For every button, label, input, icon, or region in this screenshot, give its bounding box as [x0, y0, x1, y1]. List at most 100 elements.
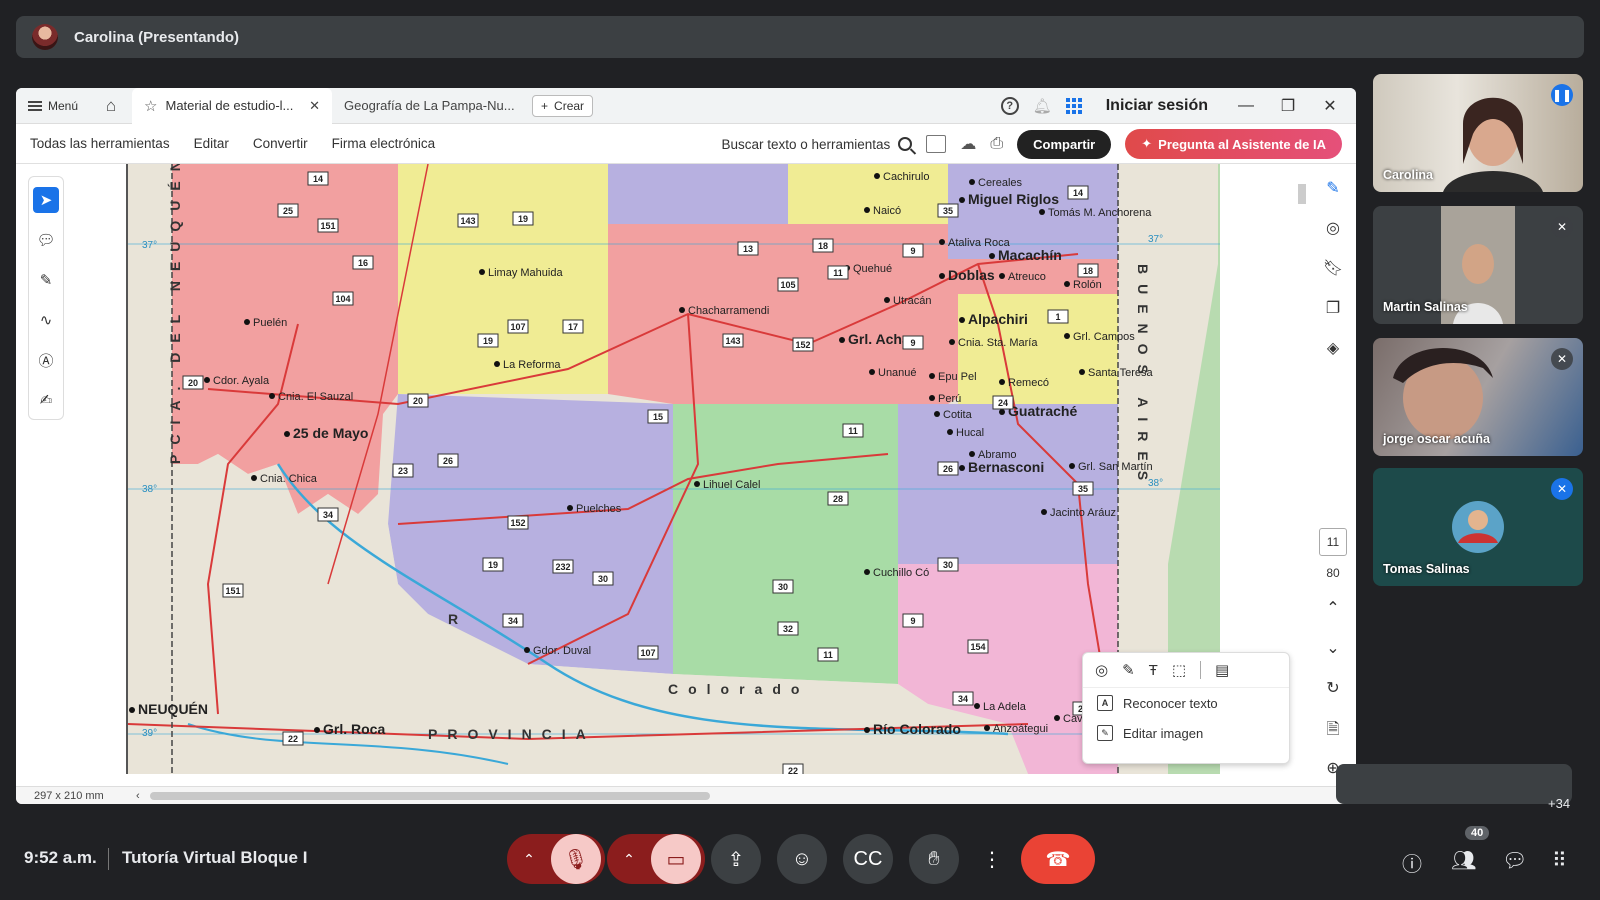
horizontal-scrollbar[interactable] — [140, 790, 1296, 802]
route-shield: 34 — [502, 613, 524, 628]
note-icon[interactable]: ▤ — [1215, 661, 1229, 679]
map-town-dot — [679, 307, 685, 313]
highlight-pen-icon[interactable]: ✎ — [33, 267, 59, 293]
plus-icon: + — [541, 98, 549, 113]
comment-icon[interactable]: 💬︎ — [33, 227, 59, 253]
create-button[interactable]: + Crear — [532, 94, 594, 117]
ai-assistant-button[interactable]: ✦ Pregunta al Asistente de IA — [1125, 129, 1342, 159]
meeting-info-icon[interactable]: ⓘ — [1402, 848, 1422, 877]
print-icon[interactable]: ⎙ — [990, 135, 1003, 153]
participant-tile[interactable]: ❚❚ Carolina — [1373, 74, 1583, 192]
current-page-input[interactable]: 11 — [1319, 528, 1347, 556]
more-participants-tile[interactable] — [1336, 764, 1572, 804]
route-number: 11 — [833, 268, 843, 278]
route-number: 23 — [398, 466, 408, 476]
route-number: 232 — [555, 562, 570, 572]
map-page[interactable]: Cachirulo Cereales Miguel Riglos Tomás M. A… — [126, 164, 1220, 774]
tab-material-estudio[interactable]: ☆ Material de estudio-l... ✕ — [132, 88, 333, 124]
map-town-dot — [1064, 333, 1070, 339]
chat-icon[interactable]: 💬︎ — [1502, 848, 1527, 873]
participant-tile[interactable]: ✕ jorge oscar acuña — [1373, 338, 1583, 456]
strikethrough-icon[interactable]: Ŧ — [1149, 662, 1158, 679]
participant-tile[interactable]: ✕ Martin Salinas — [1373, 206, 1583, 324]
document-area[interactable]: ➤ 💬︎ ✎ ∿ Ⓐ ✍ Cachirulo Cereales Miguel R… — [16, 164, 1356, 788]
layers-icon[interactable]: ◈ — [1322, 338, 1344, 360]
close-window-icon[interactable]: ✕ — [1316, 96, 1344, 116]
edit-image-item[interactable]: ✎ Editar imagen — [1083, 718, 1289, 748]
comments-panel-icon[interactable]: ◎ — [1322, 218, 1344, 240]
route-number: 152 — [795, 340, 810, 350]
route-shield: 22 — [782, 763, 804, 774]
raise-hand-button[interactable]: ✋︎ — [909, 834, 959, 884]
map-town-dot — [874, 173, 880, 179]
map-town-dot — [989, 253, 995, 259]
restore-icon[interactable]: ❐ — [1274, 96, 1302, 116]
home-icon[interactable]: ⌂ — [100, 95, 122, 117]
map-town-dot — [1054, 715, 1060, 721]
recognize-text-icon: A — [1097, 695, 1113, 711]
page-info-icon[interactable]: 🗎︎ — [1322, 718, 1344, 740]
save-icon[interactable] — [926, 135, 947, 153]
pages-icon[interactable]: ❐ — [1322, 298, 1344, 320]
scroll-thumb[interactable] — [149, 791, 710, 800]
esign-menu[interactable]: Firma electrónica — [320, 136, 448, 151]
activities-grid-icon[interactable]: ⠿ — [1552, 848, 1567, 873]
end-call-button[interactable]: ☎ — [1021, 834, 1095, 884]
signature-icon[interactable]: ✍ — [33, 387, 59, 413]
crop-icon[interactable]: ⬚ — [1172, 661, 1186, 679]
share-button[interactable]: Compartir — [1017, 129, 1112, 159]
minimize-icon[interactable]: — — [1232, 97, 1260, 115]
route-shield: 9 — [902, 613, 924, 628]
refresh-icon[interactable]: ↻ — [1322, 678, 1344, 700]
apps-icon[interactable] — [1065, 98, 1082, 114]
more-options-icon[interactable]: ⋮ — [969, 834, 1015, 884]
edit-pdf-icon[interactable]: ✎ — [1322, 178, 1344, 200]
chevron-up-icon[interactable]: ⌃ — [1322, 598, 1344, 620]
shared-screen[interactable]: Menú ⌂ ☆ Material de estudio-l... ✕ Geog… — [16, 88, 1356, 804]
chevron-down-icon[interactable]: ⌄ — [1322, 638, 1344, 660]
close-tab-icon[interactable]: ✕ — [309, 98, 320, 114]
upload-cloud-icon[interactable]: ☁ — [960, 134, 976, 154]
tab-geografia[interactable]: Geografía de La Pampa-Nu... — [332, 88, 532, 124]
tabbar-right: ? 🔔︎ Iniciar sesión — ❐ ✕ — [1000, 88, 1356, 124]
map-place-label: Macachín — [998, 247, 1062, 263]
scroll-thumb[interactable] — [1298, 184, 1306, 204]
reactions-button[interactable]: ☺ — [777, 834, 827, 884]
map-town-dot — [949, 339, 955, 345]
highlight-icon[interactable]: ✎ — [1122, 661, 1135, 679]
text-box-icon[interactable]: Ⓐ — [33, 347, 59, 373]
people-icon[interactable]: 👥︎ — [1451, 848, 1476, 873]
bell-icon[interactable]: 🔔︎ — [1033, 97, 1052, 115]
bookmarks-icon[interactable]: 🔖︎ — [1322, 258, 1344, 280]
map-place-label: Jacinto Aráuz — [1050, 507, 1116, 519]
route-shield: 14 — [307, 171, 329, 186]
route-shield: 18 — [812, 238, 834, 253]
participant-tile[interactable]: ✕ Tomas Salinas — [1373, 468, 1583, 586]
map-place-label: Atreuco — [1008, 271, 1046, 283]
edit-menu[interactable]: Editar — [182, 136, 241, 151]
mic-options-chevron-icon[interactable]: ⌃ — [507, 834, 551, 884]
draw-freehand-icon[interactable]: ∿ — [33, 307, 59, 333]
map-place-label: La Adela — [983, 701, 1027, 713]
signin-button[interactable]: Iniciar sesión — [1106, 97, 1208, 115]
convert-menu[interactable]: Convertir — [241, 136, 320, 151]
route-shield: 22 — [282, 731, 304, 746]
route-number: 151 — [225, 586, 240, 596]
camera-off-button[interactable]: ▭ — [651, 834, 701, 884]
star-icon[interactable]: ☆ — [144, 97, 157, 115]
mic-off-button[interactable]: 🎙︎ — [551, 834, 601, 884]
help-icon[interactable]: ? — [1000, 97, 1019, 115]
comment-icon[interactable]: ◎ — [1095, 661, 1108, 679]
vertical-scrollbar[interactable] — [1296, 164, 1308, 774]
select-cursor-icon[interactable]: ➤ — [33, 187, 59, 213]
camera-options-chevron-icon[interactable]: ⌃ — [607, 834, 651, 884]
recognize-text-item[interactable]: A Reconocer texto — [1083, 688, 1289, 718]
all-tools-menu[interactable]: Todas las herramientas — [16, 136, 182, 151]
route-number: 18 — [1083, 266, 1093, 276]
menu-button[interactable]: Menú — [16, 99, 90, 113]
map-place-label: Naicó — [873, 205, 901, 217]
present-screen-button[interactable]: ⇪ — [711, 834, 761, 884]
captions-button[interactable]: CC — [843, 834, 893, 884]
search-tools[interactable]: Buscar texto o herramientas — [721, 137, 913, 152]
map-town-dot — [494, 361, 500, 367]
